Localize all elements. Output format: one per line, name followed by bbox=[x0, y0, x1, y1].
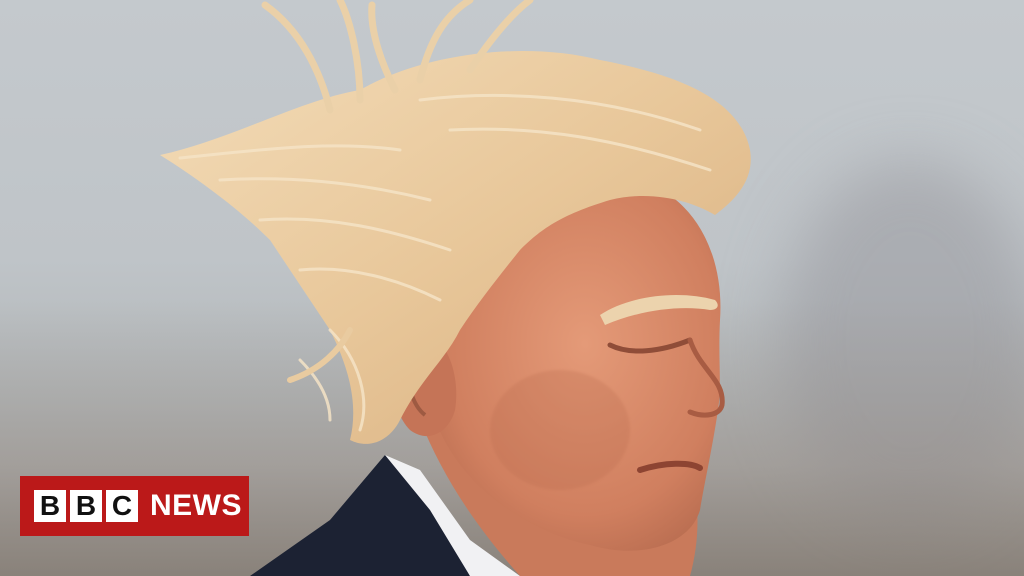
bbc-news-logo: B B C NEWS bbox=[20, 476, 249, 536]
logo-letter-b2: B bbox=[70, 490, 102, 522]
news-photo: B B C NEWS bbox=[0, 0, 1024, 576]
logo-letter-b1: B bbox=[34, 490, 66, 522]
logo-news-word: NEWS bbox=[150, 489, 242, 522]
logo-letter-c: C bbox=[106, 490, 138, 522]
